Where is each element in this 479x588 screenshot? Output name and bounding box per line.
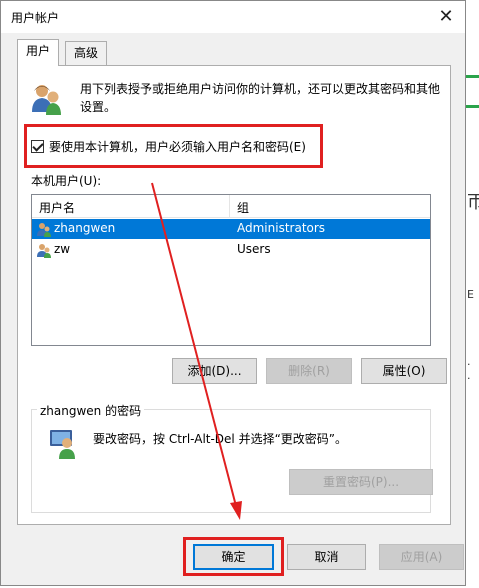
column-header-username[interactable]: 用户名 — [39, 199, 75, 216]
reset-password-button[interactable]: 重置密码(P)... — [289, 469, 433, 495]
require-password-checkbox[interactable]: 要使用本计算机，用户必须输入用户名和密码(E) — [31, 138, 306, 155]
ok-button[interactable]: 确定 — [193, 544, 274, 570]
user-group-cell: Users — [237, 242, 271, 256]
users-icon — [32, 85, 61, 115]
password-group-title: zhangwen 的密码 — [37, 402, 145, 419]
background-green-line — [466, 75, 479, 78]
password-groupbox — [31, 409, 431, 513]
user-group-cell: Administrators — [237, 221, 326, 235]
tab-advanced[interactable]: 高级 — [65, 41, 108, 65]
description-text: 用下列表授予或拒绝用户访问你的计算机，还可以更改其密码和其他设置。 — [80, 82, 441, 114]
password-instruction-text: 要改密码，按 Ctrl-Alt-Del 并选择“更改密码”。 — [93, 432, 348, 446]
local-users-label: 本机用户(U): — [31, 174, 102, 188]
background-glyph: E — [467, 288, 474, 301]
users-list-header: 用户名 组 — [32, 195, 430, 218]
column-header-group[interactable]: 组 — [237, 199, 249, 216]
background-glyph: · — [467, 358, 471, 371]
window-title: 用户帐户 — [11, 11, 60, 25]
column-divider[interactable] — [229, 195, 230, 217]
apply-button[interactable]: 应用(A) — [379, 544, 464, 570]
properties-button[interactable]: 属性(O) — [361, 358, 447, 384]
background-glyph: · — [467, 372, 471, 385]
user-name-cell: zhangwen — [54, 221, 116, 235]
close-icon[interactable]: ✕ — [429, 2, 463, 32]
table-row[interactable]: zw Users — [32, 240, 430, 260]
title-bar: 用户帐户 ✕ — [1, 1, 465, 33]
table-row[interactable]: zhangwen Administrators — [32, 219, 430, 239]
password-user-icon — [50, 430, 75, 459]
tab-advanced-label: 高级 — [74, 46, 99, 60]
remove-user-button[interactable]: 删除(R) — [266, 358, 352, 384]
background-glyph: 帀 — [467, 192, 479, 213]
user-icon — [37, 244, 51, 258]
user-name-cell: zw — [54, 242, 71, 256]
require-password-label: 要使用本计算机，用户必须输入用户名和密码(E) — [49, 140, 306, 154]
tab-users-label: 用户 — [26, 44, 51, 58]
tab-users[interactable]: 用户 — [17, 39, 60, 66]
background-green-line — [466, 105, 479, 108]
checkmark-icon[interactable] — [31, 140, 44, 153]
users-list[interactable]: 用户名 组 zhangwen Administrators zw Users — [31, 194, 431, 346]
add-user-button[interactable]: 添加(D)... — [172, 358, 257, 384]
user-icon — [37, 223, 51, 237]
cancel-button[interactable]: 取消 — [287, 544, 366, 570]
